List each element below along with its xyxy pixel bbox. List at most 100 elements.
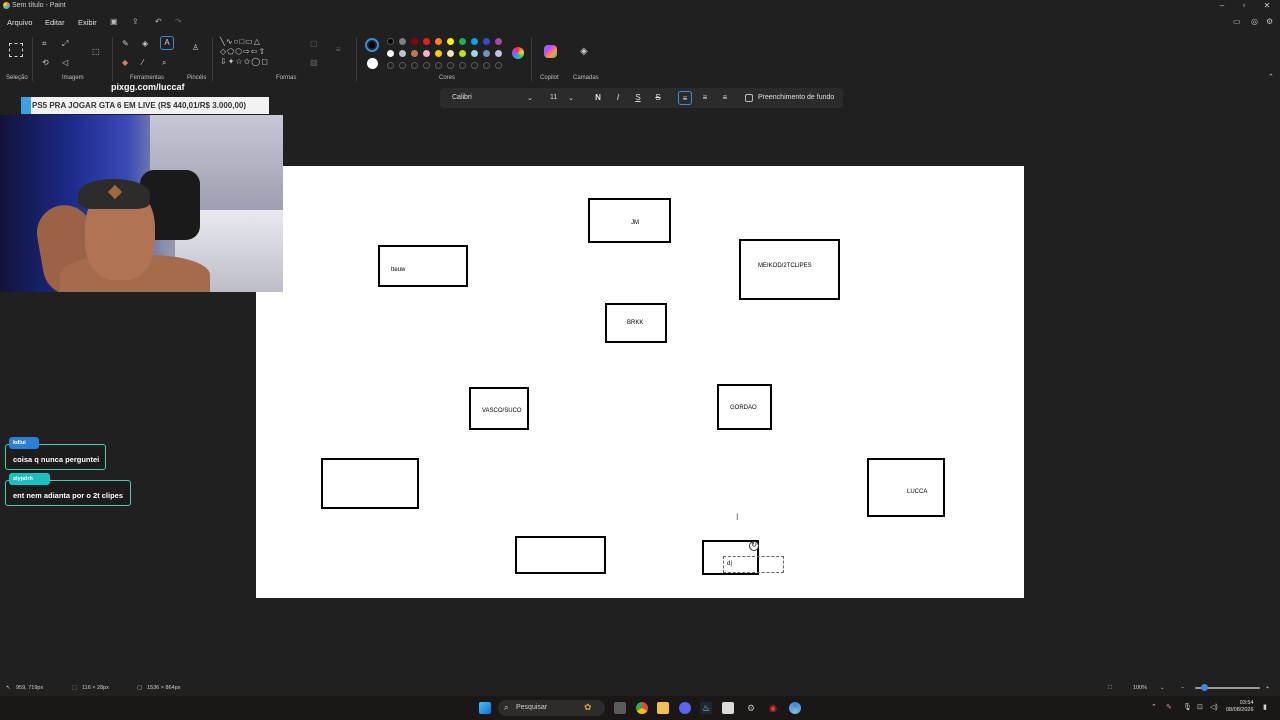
tray-overflow-icon[interactable]: ⌃ bbox=[1151, 703, 1157, 711]
size-icon[interactable]: ≡ bbox=[336, 45, 341, 55]
align-right-button[interactable]: ≡ bbox=[718, 91, 732, 105]
color-swatch[interactable] bbox=[495, 38, 502, 45]
account-icon[interactable]: ◎ bbox=[1251, 17, 1258, 26]
rotate-handle-icon[interactable]: ↻ bbox=[749, 541, 759, 551]
collapse-ribbon-icon[interactable]: ⌃ bbox=[1268, 73, 1274, 83]
chrome-icon[interactable] bbox=[636, 702, 648, 714]
maximize-icon[interactable]: ▫ bbox=[1238, 1, 1250, 11]
zoom-in-icon[interactable]: + bbox=[1266, 685, 1269, 691]
color-swatch[interactable] bbox=[471, 38, 478, 45]
custom-color-slot[interactable] bbox=[471, 62, 478, 69]
layers-icon[interactable]: ◈ bbox=[580, 47, 588, 57]
secondary-color-swatch[interactable] bbox=[367, 58, 378, 69]
network-icon[interactable]: ⊡ bbox=[1197, 703, 1203, 711]
outline-icon[interactable]: ▢ bbox=[310, 39, 318, 49]
menu-editar[interactable]: Editar bbox=[45, 18, 65, 27]
custom-color-slot[interactable] bbox=[399, 62, 406, 69]
task-view-icon[interactable] bbox=[614, 702, 626, 714]
drawing-canvas[interactable]: JM tteuw MEIKOD/2TCLIPES BRKK VASCO/SUCO… bbox=[256, 166, 1024, 598]
paint-taskbar-icon[interactable] bbox=[789, 702, 801, 714]
menu-exibir[interactable]: Exibir bbox=[78, 18, 97, 27]
share-icon[interactable]: ⇪ bbox=[132, 17, 139, 26]
color-swatch[interactable] bbox=[411, 38, 418, 45]
color-swatch[interactable] bbox=[495, 50, 502, 57]
clock[interactable]: 03:54 08/08/2026 bbox=[1226, 700, 1254, 714]
color-swatch[interactable] bbox=[435, 50, 442, 57]
volume-icon[interactable]: ◁) bbox=[1210, 703, 1218, 711]
magnifier-icon[interactable]: ⌕ bbox=[162, 58, 166, 68]
pencil-icon[interactable]: ✎ bbox=[122, 39, 129, 49]
custom-color-slot[interactable] bbox=[483, 62, 490, 69]
flip-icon[interactable]: ◁ bbox=[62, 58, 68, 68]
align-left-button[interactable]: ≡ bbox=[678, 91, 692, 105]
discord-icon[interactable] bbox=[679, 702, 691, 714]
settings-icon[interactable]: ⚙ bbox=[745, 702, 757, 714]
save-icon[interactable]: ▣ bbox=[110, 17, 118, 26]
eraser-icon[interactable]: ◆ bbox=[122, 58, 128, 68]
notepad-icon[interactable] bbox=[722, 702, 734, 714]
pen-icon[interactable]: ✎ bbox=[1166, 703, 1172, 711]
color-swatch[interactable] bbox=[459, 38, 466, 45]
color-swatch[interactable] bbox=[399, 50, 406, 57]
minimize-icon[interactable]: – bbox=[1216, 1, 1228, 11]
file-explorer-icon[interactable] bbox=[657, 702, 669, 714]
color-picker-icon[interactable]: ⁄ bbox=[142, 58, 143, 68]
settings-icon[interactable]: ⚙ bbox=[1266, 17, 1273, 26]
bold-button[interactable]: N bbox=[591, 91, 605, 105]
font-family-dropdown[interactable]: Calibri ⌄ bbox=[446, 91, 538, 105]
custom-color-slot[interactable] bbox=[495, 62, 502, 69]
custom-color-slot[interactable] bbox=[435, 62, 442, 69]
primary-color-swatch[interactable] bbox=[365, 38, 379, 52]
color-swatch[interactable] bbox=[471, 50, 478, 57]
steam-icon[interactable]: ♨ bbox=[700, 702, 712, 714]
zoom-out-icon[interactable]: − bbox=[1181, 685, 1184, 691]
fit-screen-icon[interactable]: ⛶ bbox=[1108, 685, 1112, 692]
obs-icon[interactable]: ◉ bbox=[767, 702, 779, 714]
zoom-level[interactable]: 100% bbox=[1133, 685, 1147, 691]
color-swatch[interactable] bbox=[399, 38, 406, 45]
zoom-slider-handle[interactable] bbox=[1201, 684, 1208, 691]
redo-icon[interactable]: ↷ bbox=[175, 17, 182, 26]
shapes-gallery[interactable]: ╲∿○□▭△ ◇⬠⬡⇨⇦⇧ ⇩✦☆✩◯◻ bbox=[220, 37, 300, 69]
custom-color-slot[interactable] bbox=[387, 62, 394, 69]
color-swatch[interactable] bbox=[435, 38, 442, 45]
brush-icon[interactable]: ♙ bbox=[192, 43, 199, 53]
notification-icon[interactable]: ▮ bbox=[1263, 703, 1267, 711]
background-fill-checkbox[interactable] bbox=[745, 94, 753, 102]
search-box[interactable]: ⌕ Pesquisar ✿ bbox=[498, 700, 605, 716]
resize-icon[interactable]: ⤢ bbox=[62, 39, 68, 49]
shape-fill-icon[interactable]: ▨ bbox=[310, 58, 318, 68]
custom-color-slot[interactable] bbox=[411, 62, 418, 69]
custom-color-slot[interactable] bbox=[423, 62, 430, 69]
color-swatch[interactable] bbox=[483, 50, 490, 57]
color-swatch[interactable] bbox=[387, 38, 394, 45]
undo-icon[interactable]: ↶ bbox=[155, 17, 162, 26]
color-swatch[interactable] bbox=[459, 50, 466, 57]
select-icon[interactable] bbox=[9, 43, 23, 57]
color-swatch[interactable] bbox=[423, 38, 430, 45]
italic-button[interactable]: I bbox=[611, 91, 625, 105]
chevron-down-icon[interactable]: ⌄ bbox=[1160, 685, 1165, 691]
rotate-icon[interactable]: ⟲ bbox=[42, 58, 49, 68]
custom-color-slot[interactable] bbox=[447, 62, 454, 69]
strikethrough-button[interactable]: S bbox=[651, 91, 665, 105]
font-size-dropdown[interactable]: 11 ⌄ bbox=[544, 91, 578, 105]
fill-icon[interactable]: ◈ bbox=[142, 39, 148, 49]
copilot-icon[interactable] bbox=[544, 45, 557, 58]
color-swatch[interactable] bbox=[447, 38, 454, 45]
color-swatch[interactable] bbox=[483, 38, 490, 45]
crop-icon[interactable]: ⌗ bbox=[42, 39, 47, 49]
custom-color-slot[interactable] bbox=[459, 62, 466, 69]
image-select-icon[interactable]: ⬚ bbox=[92, 47, 100, 57]
align-center-button[interactable]: ≡ bbox=[698, 91, 712, 105]
active-text-box[interactable]: d| bbox=[723, 556, 784, 573]
menu-arquivo[interactable]: Arquivo bbox=[7, 18, 32, 27]
color-swatch[interactable] bbox=[423, 50, 430, 57]
color-swatch[interactable] bbox=[411, 50, 418, 57]
color-swatch[interactable] bbox=[447, 50, 454, 57]
close-icon[interactable]: ✕ bbox=[1261, 1, 1273, 11]
start-icon[interactable] bbox=[479, 702, 491, 714]
underline-button[interactable]: S bbox=[631, 91, 645, 105]
text-tool-icon[interactable]: A bbox=[160, 36, 174, 50]
mic-icon[interactable]: 🎙 bbox=[1183, 703, 1192, 711]
